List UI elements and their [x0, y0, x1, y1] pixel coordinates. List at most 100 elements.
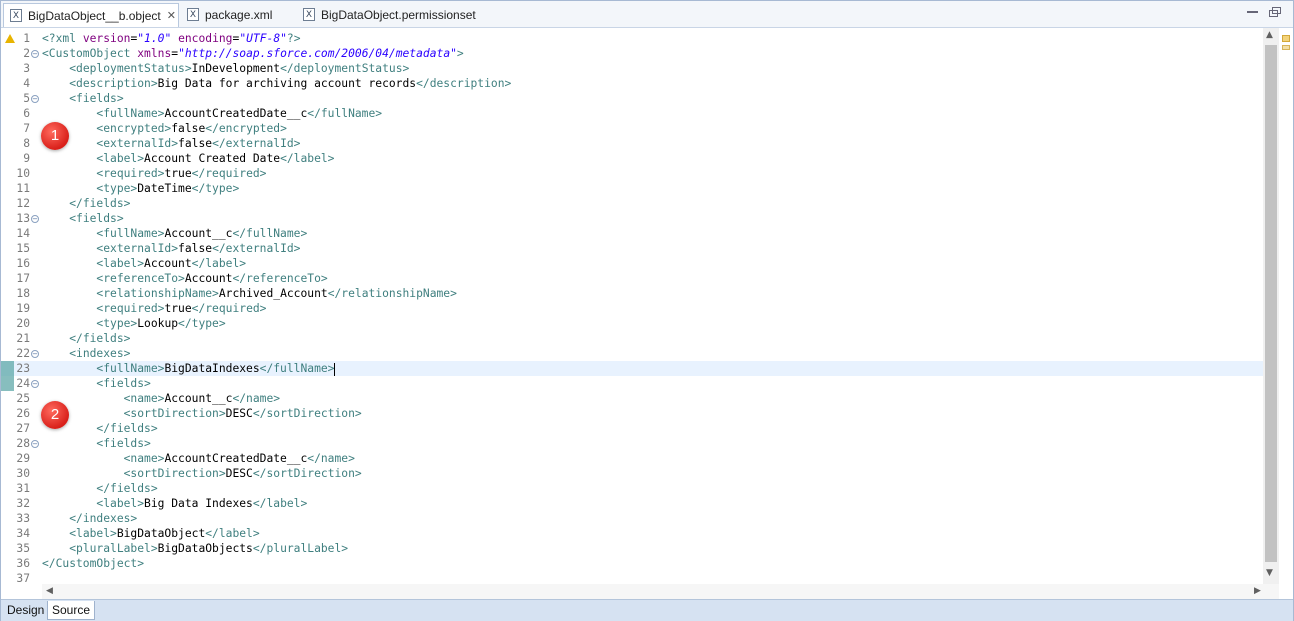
scroll-down-icon[interactable]: ▼	[1266, 568, 1273, 578]
code-line[interactable]: 3 <deploymentStatus>InDevelopment</deplo…	[1, 61, 1263, 76]
code-line[interactable]: 7 <encrypted>false</encrypted>	[1, 121, 1263, 136]
code-line[interactable]: 1 <?xml version="1.0" encoding="UTF-8"?>	[1, 31, 1263, 46]
code-text: <type>Lookup</type>	[96, 317, 226, 330]
scroll-right-icon[interactable]: ▶	[1254, 586, 1261, 596]
tab-bigdataobject-object[interactable]: X BigDataObject__b.object ✕	[3, 3, 179, 27]
horizontal-scrollbar[interactable]: ◀ ▶	[42, 584, 1279, 599]
code-line[interactable]: 2− <CustomObject xmlns="http://soap.sforc…	[1, 46, 1263, 61]
code-line[interactable]: 18 <relationshipName>Archived_Account</r…	[1, 286, 1263, 301]
scroll-left-icon[interactable]: ◀	[46, 586, 53, 596]
code-line[interactable]: 25 <name>Account__c</name>	[1, 391, 1263, 406]
occurrence-marker-icon[interactable]	[1282, 45, 1290, 50]
code-line[interactable]: 13− <fields>	[1, 211, 1263, 226]
warning-marker-icon[interactable]	[1282, 35, 1290, 42]
maximize-icon[interactable]	[1269, 7, 1281, 17]
xml-file-icon: X	[187, 8, 199, 21]
code-text: </fields>	[96, 482, 158, 495]
code-text: <fields>	[96, 377, 151, 390]
code-line[interactable]: 23 <fullName>BigDataIndexes</fullName>	[1, 361, 1263, 376]
code-text: <fields>	[69, 212, 124, 225]
code-line[interactable]: 9 <label>Account Created Date</label>	[1, 151, 1263, 166]
line-number: 20	[16, 317, 30, 330]
line-number: 17	[16, 272, 30, 285]
fold-toggle-icon[interactable]: −	[31, 380, 39, 388]
code-line[interactable]: 37	[1, 571, 1263, 584]
code-line[interactable]: 17 <referenceTo>Account</referenceTo>	[1, 271, 1263, 286]
code-line[interactable]: 36 </CustomObject>	[1, 556, 1263, 571]
code-line[interactable]: 30 <sortDirection>DESC</sortDirection>	[1, 466, 1263, 481]
xml-source-editor[interactable]: 1 <?xml version="1.0" encoding="UTF-8"?> 2…	[1, 28, 1263, 584]
code-line[interactable]: 12 </fields>	[1, 196, 1263, 211]
code-line[interactable]: 33 </indexes>	[1, 511, 1263, 526]
close-icon[interactable]: ✕	[167, 9, 176, 22]
code-line[interactable]: 10 <required>true</required>	[1, 166, 1263, 181]
code-text: <sortDirection>DESC</sortDirection>	[123, 407, 362, 420]
code-line[interactable]: 21 </fields>	[1, 331, 1263, 346]
minimize-icon[interactable]	[1247, 7, 1258, 13]
code-line[interactable]: 22− <indexes>	[1, 346, 1263, 361]
tab-source[interactable]: Source	[47, 601, 96, 620]
code-text: <sortDirection>DESC</sortDirection>	[123, 467, 362, 480]
line-number: 23	[16, 362, 30, 375]
code-text: <label>Account</label>	[96, 257, 247, 270]
line-number: 3	[23, 62, 30, 75]
line-number: 9	[23, 152, 30, 165]
line-number: 21	[16, 332, 30, 345]
code-text: <CustomObject xmlns="http://soap.sforce.…	[42, 47, 464, 60]
code-line[interactable]: 24− <fields>	[1, 376, 1263, 391]
line-number: 26	[16, 407, 30, 420]
tab-design[interactable]: Design	[3, 601, 48, 619]
line-number: 7	[23, 122, 30, 135]
code-text: <referenceTo>Account</referenceTo>	[96, 272, 328, 285]
code-line[interactable]: 32 <label>Big Data Indexes</label>	[1, 496, 1263, 511]
line-number: 27	[16, 422, 30, 435]
editor-tab-bar: X BigDataObject__b.object ✕ X package.xm…	[1, 1, 1293, 28]
line-number: 11	[16, 182, 30, 195]
code-text: <fullName>Account__c</fullName>	[96, 227, 308, 240]
line-number: 12	[16, 197, 30, 210]
fold-toggle-icon[interactable]: −	[31, 50, 39, 58]
code-text: <required>true</required>	[96, 167, 267, 180]
fold-toggle-icon[interactable]: −	[31, 95, 39, 103]
code-line[interactable]: 6 <fullName>AccountCreatedDate__c</fullN…	[1, 106, 1263, 121]
line-number: 8	[23, 137, 30, 150]
code-text: <fields>	[69, 92, 124, 105]
code-line[interactable]: 28− <fields>	[1, 436, 1263, 451]
code-line[interactable]: 8 <externalId>false</externalId>	[1, 136, 1263, 151]
code-line[interactable]: 15 <externalId>false</externalId>	[1, 241, 1263, 256]
code-text: <externalId>false</externalId>	[96, 242, 301, 255]
code-line[interactable]: 16 <label>Account</label>	[1, 256, 1263, 271]
code-line[interactable]: 20 <type>Lookup</type>	[1, 316, 1263, 331]
fold-toggle-icon[interactable]: −	[31, 215, 39, 223]
code-line[interactable]: 14 <fullName>Account__c</fullName>	[1, 226, 1263, 241]
line-number: 30	[16, 467, 30, 480]
line-number: 15	[16, 242, 30, 255]
tab-package-xml[interactable]: X package.xml	[187, 3, 272, 26]
code-line[interactable]: 29 <name>AccountCreatedDate__c</name>	[1, 451, 1263, 466]
code-text: <indexes>	[69, 347, 131, 360]
line-number: 37	[16, 572, 30, 584]
line-number: 10	[16, 167, 30, 180]
editor-mode-tabs: Design Source	[1, 599, 1293, 621]
code-text: <pluralLabel>BigDataObjects</pluralLabel…	[69, 542, 349, 555]
code-line[interactable]: 26 <sortDirection>DESC</sortDirection>	[1, 406, 1263, 421]
code-text: <label>BigDataObject</label>	[69, 527, 260, 540]
scroll-up-icon[interactable]: ▲	[1266, 30, 1273, 40]
code-line[interactable]: 19 <required>true</required>	[1, 301, 1263, 316]
code-line[interactable]: 31 </fields>	[1, 481, 1263, 496]
line-number: 22	[16, 347, 30, 360]
code-line[interactable]: 34 <label>BigDataObject</label>	[1, 526, 1263, 541]
code-text: <name>Account__c</name>	[123, 392, 281, 405]
code-line[interactable]: 35 <pluralLabel>BigDataObjects</pluralLa…	[1, 541, 1263, 556]
code-line[interactable]: 11 <type>DateTime</type>	[1, 181, 1263, 196]
line-number: 16	[16, 257, 30, 270]
code-line[interactable]: 27 </fields>	[1, 421, 1263, 436]
code-line[interactable]: 5− <fields>	[1, 91, 1263, 106]
code-text: <relationshipName>Archived_Account</rela…	[96, 287, 457, 300]
fold-toggle-icon[interactable]: −	[31, 440, 39, 448]
tab-permissionset[interactable]: X BigDataObject.permissionset	[303, 3, 476, 26]
code-line[interactable]: 4 <description>Big Data for archiving ac…	[1, 76, 1263, 91]
fold-toggle-icon[interactable]: −	[31, 350, 39, 358]
code-text: </CustomObject>	[42, 557, 145, 570]
vertical-scroll-thumb[interactable]	[1265, 45, 1277, 562]
